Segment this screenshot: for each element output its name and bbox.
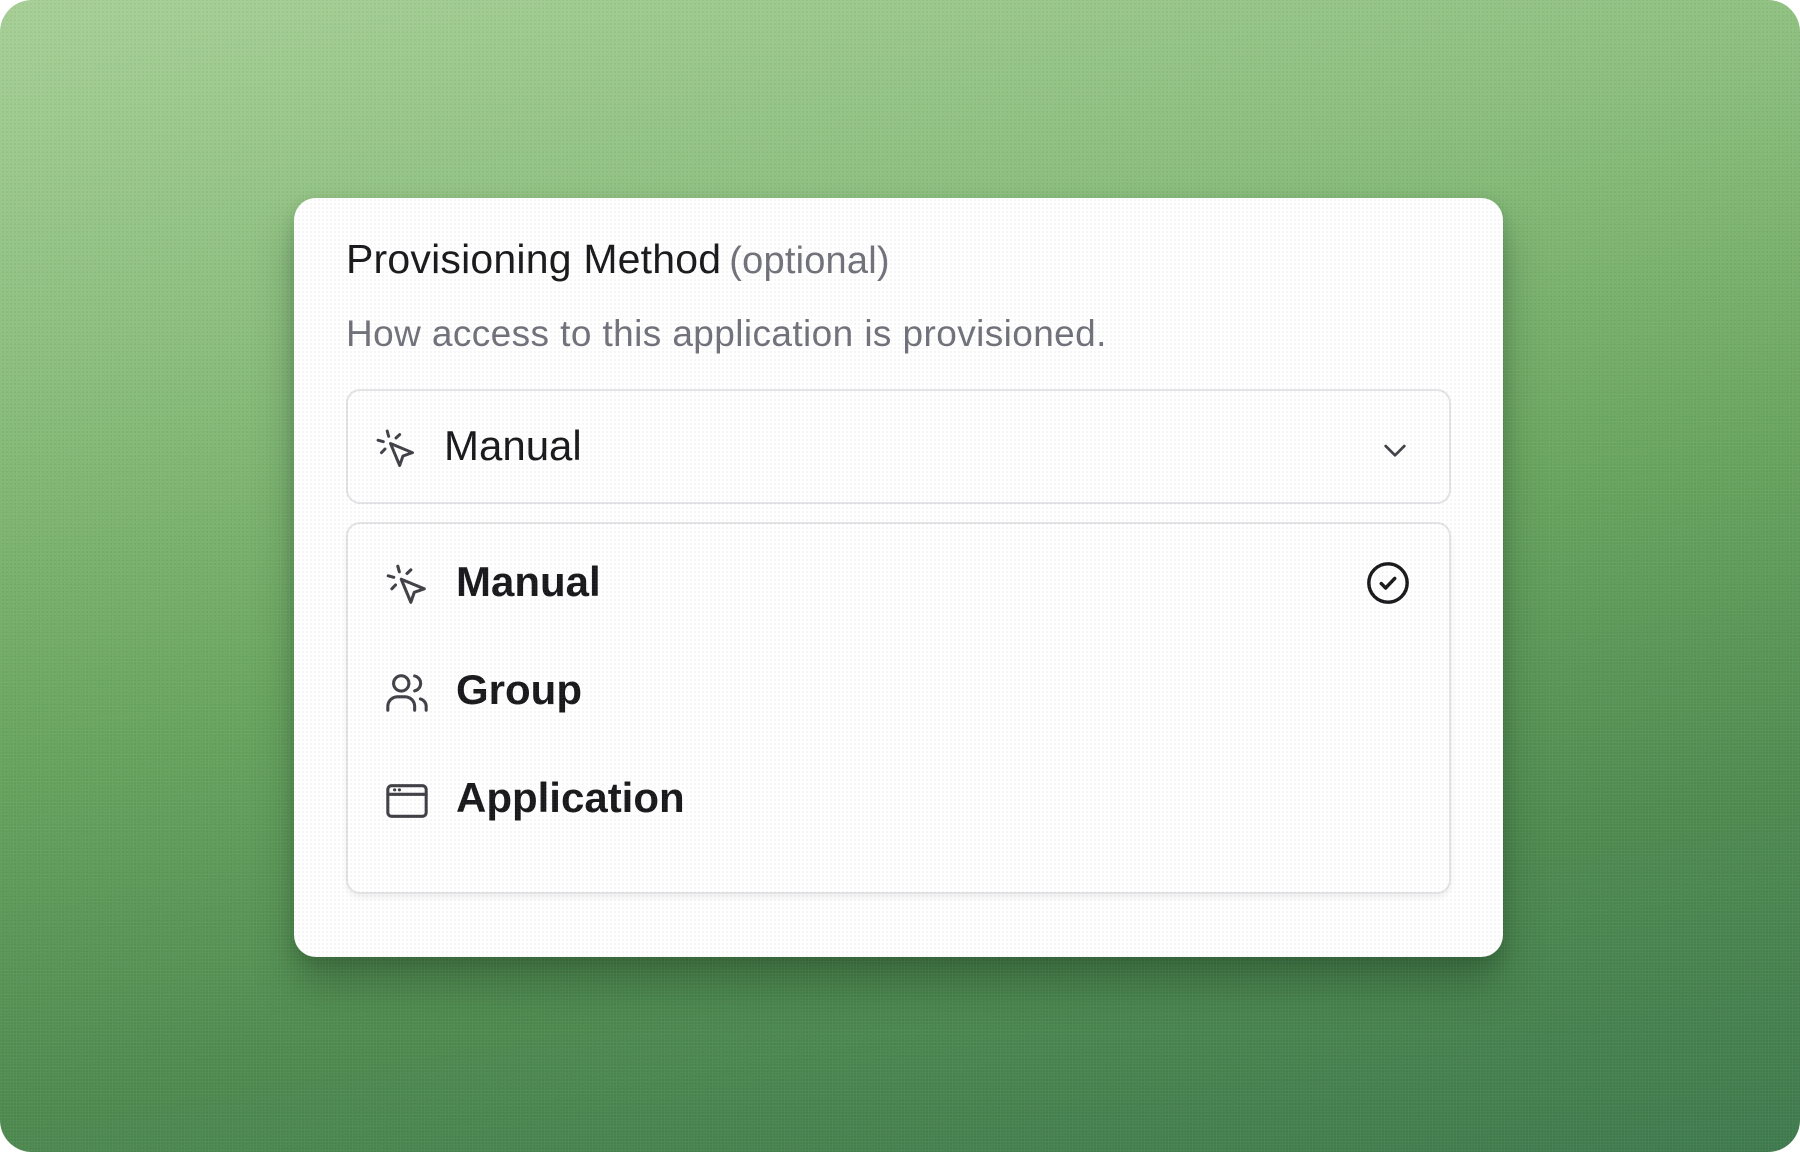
option-application[interactable]: Application bbox=[348, 750, 1449, 850]
option-label: Manual bbox=[456, 558, 601, 605]
field-label: Provisioning Method (optional) bbox=[346, 236, 890, 283]
selected-value: Manual bbox=[444, 422, 582, 469]
background: Provisioning Method (optional) How access… bbox=[0, 0, 1800, 1152]
app-window-icon bbox=[384, 778, 430, 824]
pointer-click-icon bbox=[374, 427, 418, 471]
field-label-text: Provisioning Method bbox=[346, 236, 722, 282]
option-manual[interactable]: Manual bbox=[348, 534, 1449, 634]
chevron-down-icon bbox=[1379, 434, 1411, 466]
optional-hint: (optional) bbox=[729, 240, 890, 282]
provisioning-method-dropdown: Manual Group Application bbox=[346, 522, 1451, 894]
field-description: How access to this application is provis… bbox=[346, 313, 1107, 354]
option-label: Group bbox=[456, 666, 582, 713]
provisioning-method-card: Provisioning Method (optional) How access… bbox=[294, 198, 1503, 957]
option-label: Application bbox=[456, 774, 685, 821]
pointer-click-icon bbox=[384, 562, 430, 608]
check-circle-icon bbox=[1365, 560, 1411, 606]
provisioning-method-select[interactable]: Manual bbox=[346, 389, 1451, 504]
option-group[interactable]: Group bbox=[348, 642, 1449, 742]
users-icon bbox=[384, 670, 430, 716]
